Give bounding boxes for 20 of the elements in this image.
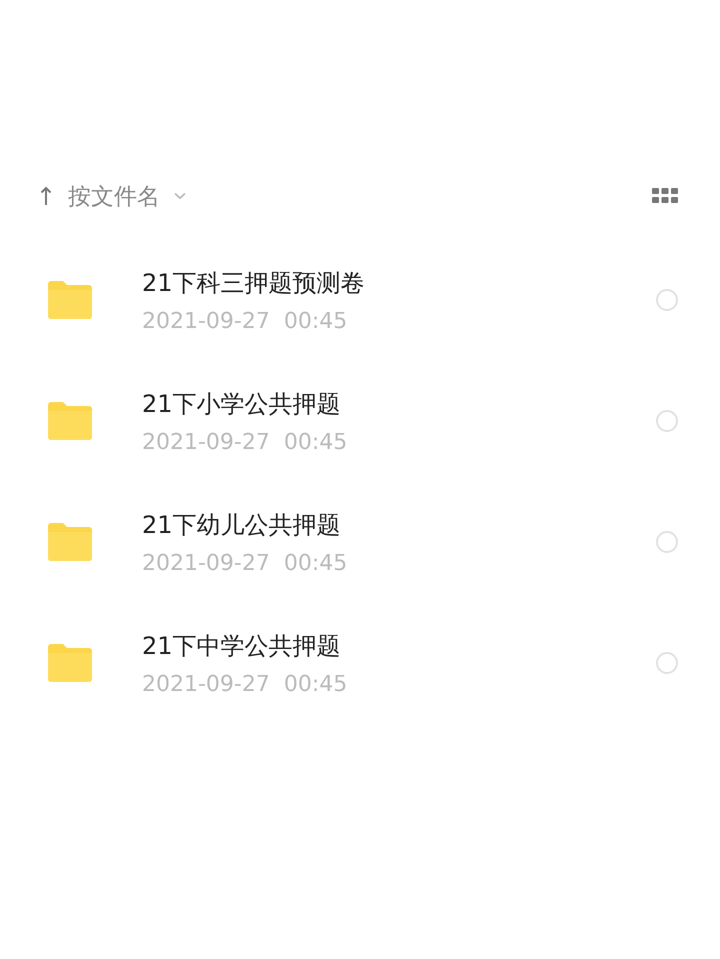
folder-icon bbox=[48, 523, 92, 561]
modified-date: 2021-09-27 00:45 bbox=[142, 430, 348, 454]
folder-name[interactable]: 21下小学公共押题 bbox=[142, 388, 656, 420]
sort-arrow-icon[interactable] bbox=[40, 186, 52, 206]
folder-icon bbox=[48, 402, 92, 440]
modified-date: 2021-09-27 00:45 bbox=[142, 672, 348, 696]
folder-icon bbox=[48, 644, 92, 682]
folder-icon bbox=[48, 281, 92, 319]
select-radio[interactable] bbox=[656, 289, 678, 311]
select-radio[interactable] bbox=[656, 410, 678, 432]
sort-label[interactable]: 按文件名 bbox=[68, 180, 160, 212]
folder-name[interactable]: 21下幼儿公共押题 bbox=[142, 508, 656, 540]
grid-view-icon[interactable] bbox=[652, 188, 678, 204]
folder-name[interactable]: 21下科三押题预测卷 bbox=[142, 266, 656, 298]
modified-date: 2021-09-27 00:45 bbox=[142, 550, 348, 576]
select-radio[interactable] bbox=[656, 531, 678, 553]
select-radio[interactable] bbox=[656, 652, 678, 674]
modified-date: 2021-09-27 00:45 bbox=[142, 308, 348, 334]
folder-name[interactable]: 21下中学公共押题 bbox=[142, 630, 656, 662]
chevron-down-icon[interactable] bbox=[174, 192, 186, 200]
